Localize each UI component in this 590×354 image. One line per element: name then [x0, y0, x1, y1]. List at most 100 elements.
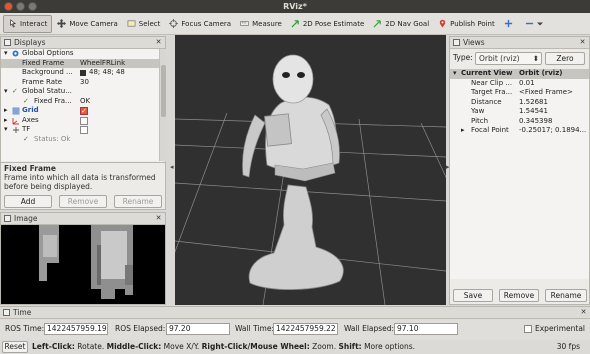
displays-scrollbar[interactable] [159, 49, 166, 161]
remove-view-button[interactable]: Remove [499, 289, 539, 302]
close-icon[interactable]: ✕ [578, 38, 587, 47]
tree-row-global-options[interactable]: ▾ Global Options [1, 49, 159, 59]
target-frame-value[interactable]: <Fixed Frame> [519, 88, 573, 98]
tree-row-target-frame[interactable]: Target Fra... <Fixed Frame> [450, 88, 589, 98]
ros-time-field[interactable]: 1422457959.19 [44, 323, 108, 335]
panel-float-icon[interactable] [453, 39, 460, 46]
tree-row-near-clip[interactable]: Near Clip ... 0.01 [450, 79, 589, 89]
target-frame-label: Target Fra... [471, 88, 513, 96]
axes-checkbox[interactable] [80, 116, 88, 125]
tf-icon [13, 127, 19, 133]
chevron-down-icon [536, 22, 543, 25]
frame-rate-value[interactable]: 30 [80, 78, 89, 88]
scrollbar-thumb[interactable] [161, 65, 166, 117]
tree-row-tf[interactable]: ▾ TF [1, 125, 159, 135]
yaw-label: Yaw [471, 107, 485, 115]
tool-2d-pose-estimate[interactable]: 2D Pose Estimate [287, 15, 368, 33]
image-panel-title: Image [14, 214, 38, 223]
add-tool-button[interactable] [500, 15, 520, 33]
background-label: Background ... [22, 68, 73, 76]
left-splitter-arrow-icon[interactable]: ◂ [170, 163, 174, 171]
color-swatch[interactable] [80, 70, 86, 76]
tree-row-focal-point[interactable]: ▸ Focal Point -0.25017; 0.1894... [450, 126, 589, 136]
view-type-value: Orbit (rviz) [479, 54, 520, 63]
tool-2d-nav-goal[interactable]: 2D Nav Goal [369, 15, 433, 33]
ros-elapsed-field[interactable]: 97.20 [166, 323, 230, 335]
image-panel: Image ✕ [0, 212, 166, 305]
wall-time-label: Wall Time: [235, 324, 274, 333]
tree-row-global-status[interactable]: ▾ ✓ Global Statu... [1, 87, 159, 97]
grid-icon [12, 107, 20, 115]
check-icon: ✓ [23, 134, 29, 143]
tool-publish-point-label: Publish Point [450, 19, 495, 28]
tree-row-fixed-frame-status[interactable]: ✓ Fixed Fra... OK [1, 97, 159, 107]
grid-checkbox[interactable]: ✓ [80, 107, 88, 115]
tool-select[interactable]: Select [123, 15, 165, 33]
remove-tool-icon [525, 22, 533, 25]
add-button[interactable]: Add [4, 195, 52, 208]
view-type-select[interactable]: Orbit (rviz) ⬍ [475, 52, 542, 65]
3d-viewport[interactable] [175, 35, 446, 305]
reset-button[interactable]: Reset [2, 341, 28, 353]
tool-interact[interactable]: Interact [3, 14, 53, 33]
close-icon[interactable]: ✕ [154, 214, 163, 223]
experimental-checkbox[interactable] [524, 325, 532, 333]
tree-row-background[interactable]: Background ... 48; 48; 48 [1, 68, 159, 78]
close-window-button[interactable] [4, 2, 13, 11]
rename-view-button[interactable]: Rename [545, 289, 587, 302]
displays-panel-title: Displays [14, 38, 46, 47]
minimize-window-button[interactable] [16, 2, 25, 11]
tree-row-pitch[interactable]: Pitch 0.345398 [450, 117, 589, 127]
tool-move-camera[interactable]: Move Camera [53, 15, 121, 33]
wall-time-field[interactable]: 1422457959.22 [273, 323, 338, 335]
current-view-label: Current View [461, 69, 513, 77]
maximize-window-button[interactable] [28, 2, 37, 11]
current-view-value: Orbit (rviz) [519, 69, 563, 77]
distance-label: Distance [471, 97, 502, 106]
tree-row-yaw[interactable]: Yaw 1.54541 [450, 107, 589, 117]
image-panel-header: Image ✕ [1, 213, 165, 225]
yaw-value[interactable]: 1.54541 [519, 107, 548, 117]
panel-float-icon[interactable] [3, 309, 10, 316]
tree-row-grid[interactable]: ▸ Grid ✓ [1, 106, 159, 116]
zero-button[interactable]: Zero [545, 52, 585, 65]
window-titlebar: RViz* [0, 0, 590, 13]
tree-row-axes[interactable]: ▸ Axes [1, 116, 159, 126]
views-tree: ▾ Current View Orbit (rviz) Near Clip ..… [450, 69, 589, 279]
ros-elapsed-label: ROS Elapsed: [115, 324, 166, 333]
check-icon: ✓ [23, 96, 29, 105]
pitch-value[interactable]: 0.345398 [519, 117, 552, 127]
near-clip-value[interactable]: 0.01 [519, 79, 535, 89]
description-title: Fixed Frame [4, 164, 56, 173]
save-view-button[interactable]: Save [453, 289, 493, 302]
fixed-frame-value[interactable]: WheelFRLink [80, 59, 125, 69]
distance-value[interactable]: 1.52681 [519, 98, 548, 108]
tf-checkbox[interactable] [80, 126, 88, 134]
close-icon[interactable]: ✕ [154, 38, 163, 47]
background-value[interactable]: 48; 48; 48 [89, 68, 125, 78]
remove-tool-button[interactable] [521, 15, 547, 33]
tool-measure[interactable]: Measure [236, 15, 286, 33]
tool-focus-camera[interactable]: Focus Camera [165, 15, 235, 33]
tf-status-label: Status: Ok [34, 134, 71, 143]
wall-elapsed-field[interactable]: 97.10 [394, 323, 458, 335]
tree-row-frame-rate[interactable]: Frame Rate 30 [1, 78, 159, 88]
focal-point-value[interactable]: -0.25017; 0.1894... [519, 126, 586, 136]
close-icon[interactable]: ✕ [579, 308, 588, 317]
panel-float-icon[interactable] [4, 39, 11, 46]
remove-display-button[interactable]: Remove [59, 195, 107, 208]
panel-float-icon[interactable] [4, 215, 11, 222]
displays-tree: ▾ Global Options Fixed Frame WheelFRLink… [1, 49, 159, 161]
tool-2d-pose-estimate-label: 2D Pose Estimate [302, 19, 365, 28]
tree-row-current-view[interactable]: ▾ Current View Orbit (rviz) [450, 69, 589, 79]
global-status-label: Global Statu... [22, 87, 72, 95]
tree-row-tf-status[interactable]: ✓ Status: Ok [1, 135, 159, 145]
tool-measure-label: Measure [252, 19, 282, 28]
tree-row-distance[interactable]: Distance 1.52681 [450, 98, 589, 108]
frame-rate-label: Frame Rate [22, 77, 63, 86]
tool-publish-point[interactable]: Publish Point [434, 15, 499, 33]
tree-row-fixed-frame[interactable]: Fixed Frame WheelFRLink [1, 58, 159, 69]
gear-icon [12, 50, 19, 57]
shift-label: Shift: [338, 342, 362, 351]
rename-display-button[interactable]: Rename [114, 195, 162, 208]
